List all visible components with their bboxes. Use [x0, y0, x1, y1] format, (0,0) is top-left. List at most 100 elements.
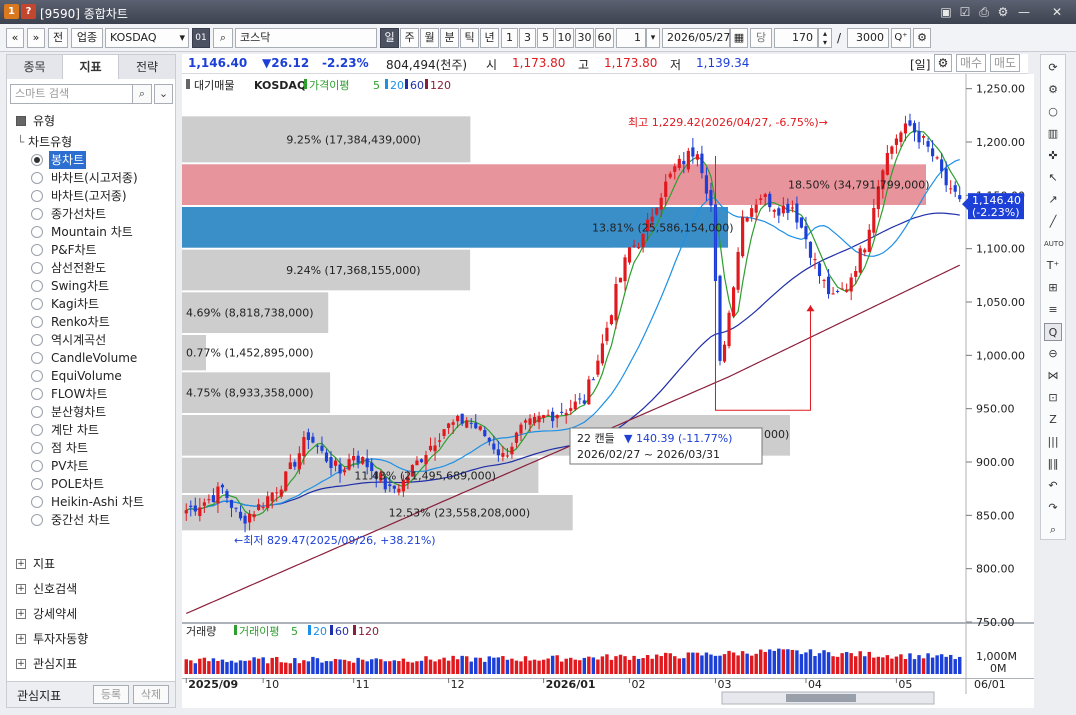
chart-type-item[interactable]: Kagi차트 — [31, 295, 171, 313]
radio-icon[interactable] — [31, 406, 43, 418]
radio-icon[interactable] — [31, 370, 43, 382]
market-select[interactable]: KOSDAQ ▾ — [105, 28, 189, 48]
radio-icon[interactable] — [31, 208, 43, 220]
section-strength[interactable]: + 강세약세 — [7, 603, 175, 625]
radio-icon[interactable] — [31, 316, 43, 328]
interval-30-button[interactable]: 30 — [575, 28, 594, 48]
chart-type-item[interactable]: FLOW차트 — [31, 385, 171, 403]
search-icon[interactable]: ⌕ — [1044, 521, 1062, 539]
cross-tool-icon[interactable]: ✜ — [1044, 147, 1062, 165]
fibonacci-tool-icon[interactable]: ≡ — [1044, 301, 1062, 319]
calendar-icon[interactable]: ▦ — [730, 28, 748, 48]
period-tick-button[interactable]: 틱 — [460, 28, 479, 48]
chart-type-item[interactable]: 종가선차트 — [31, 205, 171, 223]
cycle-tool-icon[interactable]: ‖‖ — [1044, 455, 1062, 473]
period-month-button[interactable]: 월 — [420, 28, 439, 48]
period-week-button[interactable]: 주 — [400, 28, 419, 48]
delete-button[interactable]: 삭제 — [133, 685, 169, 704]
radio-selected-icon[interactable] — [31, 154, 43, 166]
radio-icon[interactable] — [31, 388, 43, 400]
chart-type-item[interactable]: 분산형차트 — [31, 403, 171, 421]
section-favorite-indicators[interactable]: + 관심지표 — [7, 653, 175, 675]
chart-type-item[interactable]: Mountain 차트 — [31, 223, 171, 241]
radio-icon[interactable] — [31, 442, 43, 454]
radio-icon[interactable] — [31, 496, 43, 508]
radio-icon[interactable] — [31, 424, 43, 436]
search-icon[interactable]: ⌕ — [132, 84, 152, 104]
checklist-icon[interactable]: ☑ — [956, 3, 974, 21]
bars-input[interactable]: 170 — [774, 28, 818, 48]
print-icon[interactable]: ⎙ — [975, 3, 993, 21]
period-day-button[interactable]: 일 — [380, 28, 399, 48]
tree-chart-type[interactable]: └ 차트유형 — [17, 133, 72, 151]
period-minute-button[interactable]: 분 — [440, 28, 459, 48]
radio-icon[interactable] — [31, 262, 43, 274]
section-signal-search[interactable]: + 신호검색 — [7, 578, 175, 600]
interval-60-button[interactable]: 60 — [595, 28, 614, 48]
radio-icon[interactable] — [31, 352, 43, 364]
line-tool-icon[interactable]: ╱ — [1044, 213, 1062, 231]
radio-icon[interactable] — [31, 280, 43, 292]
tab-stocks[interactable]: 종목 — [7, 55, 63, 79]
radio-icon[interactable] — [31, 244, 43, 256]
interval-5-button[interactable]: 5 — [537, 28, 554, 48]
chart-type-item[interactable]: 봉차트 — [31, 151, 171, 169]
undo-icon[interactable]: ↶ — [1044, 477, 1062, 495]
gann-tool-icon[interactable]: ||| — [1044, 433, 1062, 451]
jeon-button[interactable]: 전 — [48, 28, 68, 48]
radio-icon[interactable] — [31, 190, 43, 202]
sell-button[interactable]: 매도 — [990, 54, 1021, 72]
chart-settings-icon[interactable]: ⚙ — [934, 54, 952, 72]
zoom-out-icon[interactable]: ⊖ — [1044, 345, 1062, 363]
auto-tool-icon[interactable]: AUTO — [1044, 235, 1064, 253]
count-dropdown-icon[interactable]: ▾ — [646, 28, 660, 48]
interval-1-button[interactable]: 1 — [501, 28, 518, 48]
buy-button[interactable]: 매수 — [956, 54, 987, 72]
radio-icon[interactable] — [31, 226, 43, 238]
bars-stepper[interactable]: ▴ ▾ — [818, 28, 832, 48]
radio-icon[interactable] — [31, 172, 43, 184]
radio-icon[interactable] — [31, 334, 43, 346]
radio-icon[interactable] — [31, 298, 43, 310]
chart-type-item[interactable]: 점 차트 — [31, 439, 171, 457]
minimize-icon[interactable]: — — [1015, 3, 1033, 21]
chart-type-item[interactable]: EquiVolume — [31, 367, 171, 385]
chart-type-item[interactable]: CandleVolume — [31, 349, 171, 367]
pointer-icon[interactable]: ↖ — [1044, 169, 1062, 187]
index-name-field[interactable]: 코스닥 — [235, 28, 377, 48]
radio-icon[interactable] — [31, 460, 43, 472]
radio-icon[interactable] — [31, 478, 43, 490]
zoom-in-icon[interactable]: Q⁺ — [891, 28, 911, 48]
search-icon[interactable]: ⌕ — [213, 28, 233, 48]
tab-indicators[interactable]: 지표 — [63, 55, 119, 79]
chart-type-item[interactable]: Swing차트 — [31, 277, 171, 295]
register-button[interactable]: 등록 — [93, 685, 129, 704]
chart-type-item[interactable]: 삼선전환도 — [31, 259, 171, 277]
period-year-button[interactable]: 년 — [480, 28, 499, 48]
interval-3-button[interactable]: 3 — [519, 28, 536, 48]
interval-10-button[interactable]: 10 — [555, 28, 574, 48]
zigzag-tool-icon[interactable]: Z — [1044, 411, 1062, 429]
magnet-tool-icon[interactable]: ⊡ — [1044, 389, 1062, 407]
chart-type-item[interactable]: 중간선 차트 — [31, 511, 171, 529]
group-type[interactable]: 유형 — [7, 110, 175, 132]
close-icon[interactable]: ✕ — [1048, 3, 1066, 21]
prev-button[interactable]: » — [27, 28, 45, 48]
collapse-icon[interactable]: ⌄ — [154, 84, 173, 104]
count-input[interactable]: 1 — [616, 28, 646, 48]
code-type-button[interactable]: 01 — [192, 28, 210, 48]
tab-strategy[interactable]: 전략 — [119, 55, 175, 79]
toolbar-settings-icon[interactable]: ⚙ — [913, 28, 931, 48]
link-window-icon[interactable]: ▣ — [937, 3, 955, 21]
refresh-icon[interactable]: ⟳ — [1044, 59, 1062, 77]
bar-chart-icon[interactable]: ▥ — [1044, 125, 1062, 143]
sector-button[interactable]: 업종 — [71, 28, 103, 48]
chart-type-item[interactable]: Renko차트 — [31, 313, 171, 331]
section-investor-trend[interactable]: + 투자자동향 — [7, 628, 175, 650]
chart-type-item[interactable]: P&F차트 — [31, 241, 171, 259]
help-icon[interactable]: ? — [21, 4, 36, 19]
smart-search-input[interactable]: 스마트 검색 — [10, 84, 138, 104]
zoom-tool-icon[interactable]: Q — [1044, 323, 1062, 341]
window-settings-icon[interactable]: ⚙ — [994, 3, 1012, 21]
section-indicators[interactable]: + 지표 — [7, 553, 175, 575]
